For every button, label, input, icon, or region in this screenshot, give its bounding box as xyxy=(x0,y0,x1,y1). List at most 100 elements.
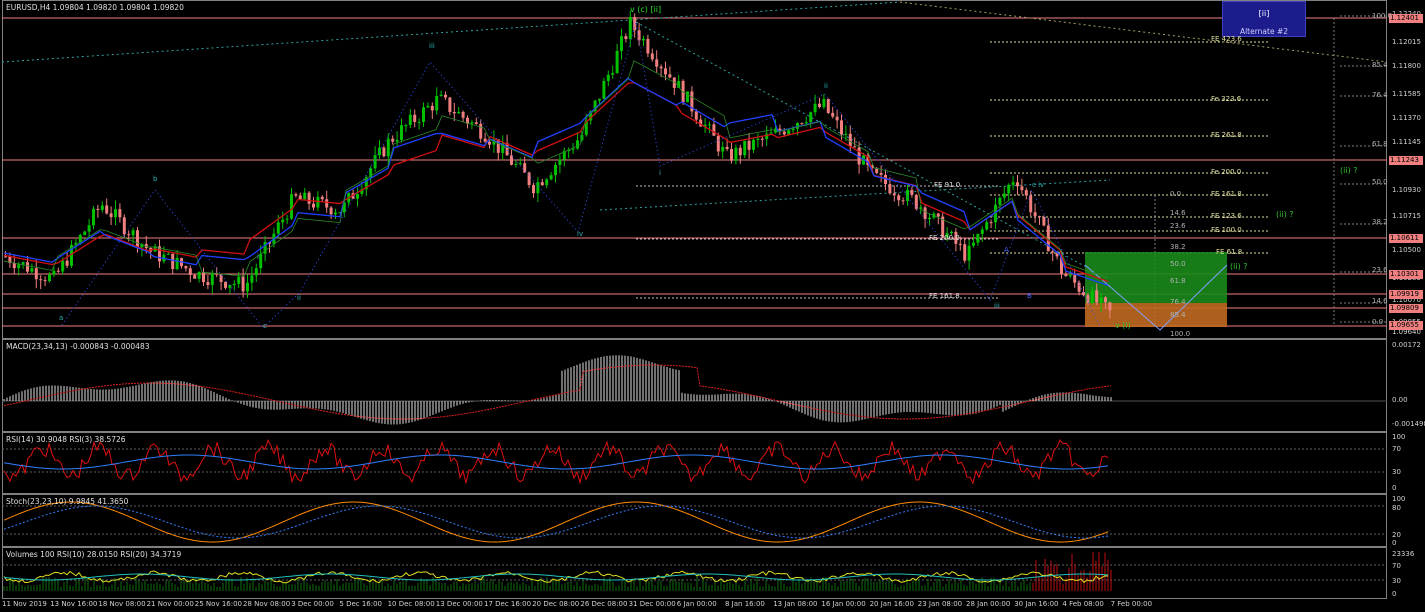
candle-body xyxy=(558,159,562,166)
rsi-fast-line xyxy=(3,438,1109,485)
macd-svg xyxy=(2,355,1387,425)
fib-label-fe1236: FE 123.6 xyxy=(1211,212,1242,220)
candle-body xyxy=(316,196,320,208)
wave-label-c-iv: c iv xyxy=(1032,181,1045,189)
candle-body xyxy=(664,68,667,75)
candle-body xyxy=(602,80,606,99)
fib-label-fe3236: Fe 323.6 xyxy=(1211,95,1242,103)
candle-body xyxy=(734,147,738,161)
candle-body xyxy=(259,253,263,269)
candle-body xyxy=(804,122,808,124)
candle-body xyxy=(303,192,307,200)
candle-body xyxy=(545,179,549,186)
macd-tick-zero: 0.00 xyxy=(1392,396,1408,404)
fib-inner-label: 14.6 xyxy=(1170,209,1186,217)
candle-body xyxy=(655,59,659,67)
candle-body xyxy=(716,135,720,152)
volumes-pane[interactable]: Volumes 100 RSI(10) 28.0150 RSI(20) 34.3… xyxy=(0,547,1425,599)
macd-tick-bottom: -0.001498 xyxy=(1392,420,1425,428)
candle-body xyxy=(206,282,210,285)
wave-label-ii-q2: (ii) ? xyxy=(1276,210,1294,219)
candle-body xyxy=(87,225,91,232)
wave-label-a: a xyxy=(59,314,64,322)
rsi-tick-30: 30 xyxy=(1392,468,1401,476)
fib-inner-label: 100.0 xyxy=(1170,330,1191,338)
candle-body xyxy=(1016,182,1019,187)
candle-body xyxy=(1104,297,1107,303)
fib-inner-label: 23.6 xyxy=(1170,222,1186,230)
candle-body xyxy=(998,197,1002,205)
stoch-svg xyxy=(2,501,1387,543)
volumes-svg xyxy=(2,551,1387,591)
time-label: 25 Nov 16:00 xyxy=(194,600,242,608)
price-tag: 1.10611 xyxy=(1389,234,1423,243)
candle-body xyxy=(611,73,615,75)
candle-body xyxy=(686,91,689,103)
candle-body xyxy=(752,139,755,150)
candle-body xyxy=(474,122,478,124)
rsi-slow-line xyxy=(3,454,1109,470)
stoch-signal-line xyxy=(3,505,1109,539)
price-pane[interactable]: EURUSD,H4 1.09804 1.09820 1.09804 1.0982… xyxy=(0,0,1425,339)
candle-body xyxy=(12,263,16,269)
candle-body xyxy=(906,189,909,201)
candle-body xyxy=(488,141,491,145)
candle-body xyxy=(536,182,540,194)
candle-body xyxy=(972,242,975,246)
stoch-pane[interactable]: Stoch(23,23,10) 9.9845 41.3650 100 80 20… xyxy=(0,494,1425,547)
fib-label-fe618: FE 61.8 xyxy=(1216,248,1243,256)
candle-body xyxy=(730,149,733,161)
wave-label-A: A xyxy=(1004,246,1009,254)
candle-body xyxy=(435,95,439,111)
candle-body xyxy=(756,138,760,140)
macd-pane[interactable]: MACD(23,34,13) -0.000843 -0.000483 0.001… xyxy=(0,339,1425,432)
candle-body xyxy=(307,192,311,204)
trend-line xyxy=(635,21,1111,281)
candle-body xyxy=(395,139,399,142)
time-label: 8 Jan 16:00 xyxy=(725,600,765,608)
stoch-axis: 100 80 20 0 xyxy=(1388,494,1425,547)
candle-body xyxy=(92,208,95,226)
rsi-pane[interactable]: RSI(14) 30.9048 RSI(3) 38.5726 100 70 30… xyxy=(0,432,1425,494)
time-label: 26 Dec 08:00 xyxy=(580,600,628,608)
candle-body xyxy=(1033,212,1037,217)
candle-body xyxy=(294,194,298,196)
candle-body xyxy=(769,132,773,134)
candle-body xyxy=(65,260,69,266)
time-label: 3 Dec 00:00 xyxy=(291,600,334,608)
candle-body xyxy=(356,193,359,199)
candle-body xyxy=(897,195,901,201)
candle-body xyxy=(1077,282,1081,292)
time-label: 28 Nov 08:00 xyxy=(243,600,291,608)
candle-body xyxy=(325,199,329,208)
candle-body xyxy=(787,130,791,135)
candle-body xyxy=(276,222,280,234)
wave-label-ii-q1: (ii) ? xyxy=(1340,166,1358,175)
candle-body xyxy=(193,274,197,279)
candle-body xyxy=(879,172,883,175)
candle-body xyxy=(320,196,324,200)
candle-body xyxy=(1099,297,1103,303)
candle-body xyxy=(426,105,430,108)
candle-body xyxy=(39,279,43,281)
candle-body xyxy=(844,133,848,135)
candle-body xyxy=(1024,190,1028,196)
candle-body xyxy=(1051,251,1055,253)
candle-body xyxy=(228,285,232,288)
candle-body xyxy=(628,16,632,39)
price-tick: 1.11145 xyxy=(1392,138,1421,146)
candle-body xyxy=(958,243,962,245)
price-tag: 1.10301 xyxy=(1389,270,1423,279)
candle-body xyxy=(936,213,940,217)
candle-body xyxy=(175,258,179,270)
candle-body xyxy=(439,94,443,96)
candle-body xyxy=(285,218,289,220)
candle-body xyxy=(114,209,117,218)
candle-body xyxy=(831,112,835,117)
candle-body xyxy=(950,231,953,234)
candle-body xyxy=(646,38,650,54)
stoch-tick-20: 20 xyxy=(1392,531,1401,539)
candle-body xyxy=(976,233,980,243)
candle-body xyxy=(791,128,795,131)
candle-body xyxy=(184,266,188,269)
